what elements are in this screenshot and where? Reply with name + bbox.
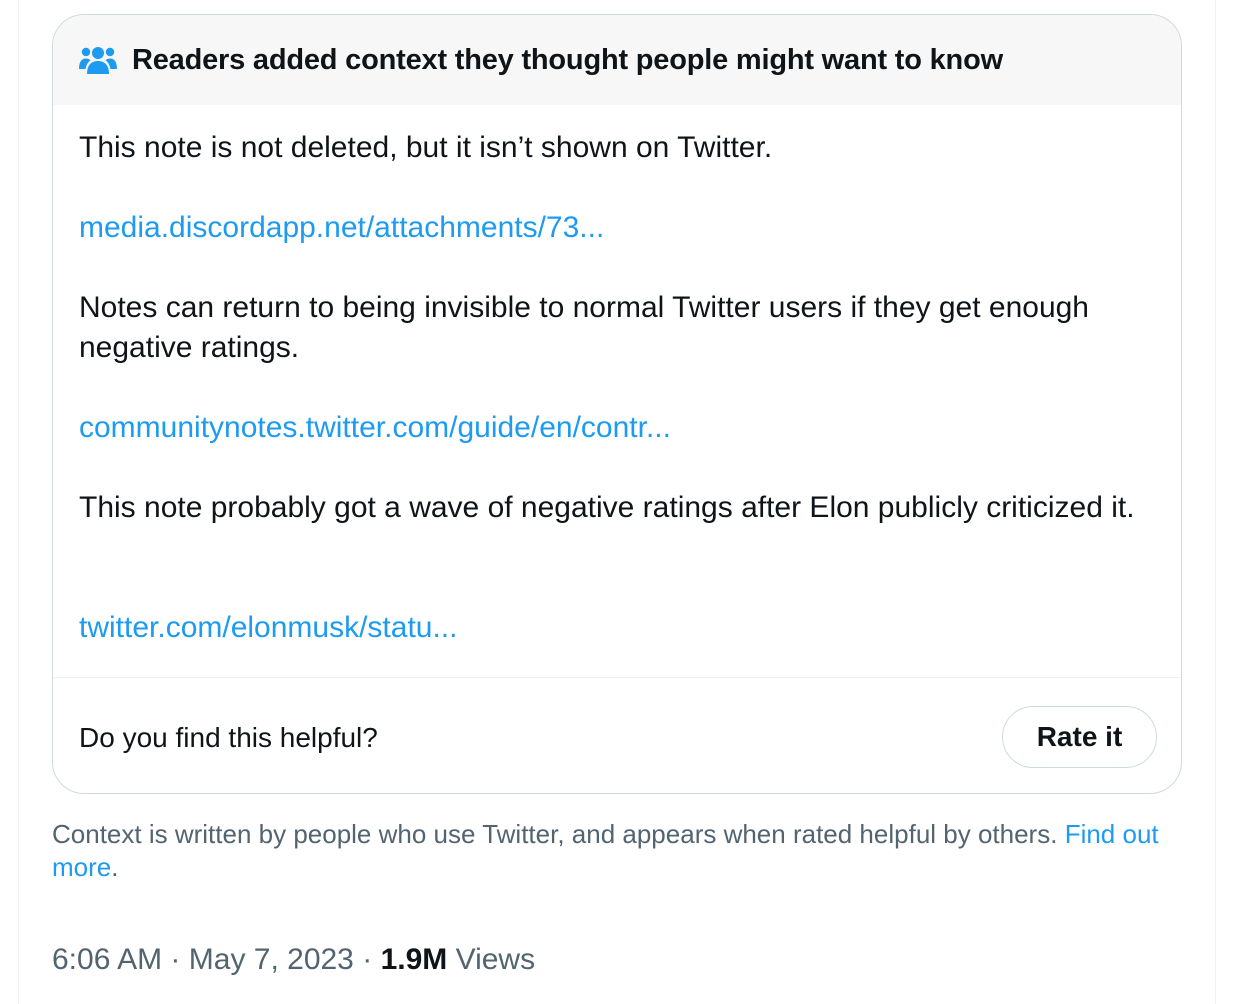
note-link-1-row: media.discordapp.net/attachments/73...: [79, 208, 1159, 248]
note-link-discord[interactable]: media.discordapp.net/attachments/73...: [79, 211, 604, 244]
note-link-2-row: communitynotes.twitter.com/guide/en/cont…: [79, 408, 1159, 448]
note-paragraph-2: Notes can return to being invisible to n…: [79, 291, 1089, 364]
note-header-title: Readers added context they thought peopl…: [132, 43, 1003, 76]
meta-separator: ·: [362, 943, 373, 976]
views-count: 1.9M: [380, 943, 448, 976]
tweet-date[interactable]: May 7, 2023: [189, 943, 354, 976]
meta-separator: ·: [170, 943, 181, 976]
frame-border-left: [18, 0, 19, 1004]
note-link-3-row: twitter.com/elonmusk/statu...: [79, 608, 1159, 648]
views-label: Views: [455, 943, 536, 976]
context-footer: Context is written by people who use Twi…: [52, 818, 1182, 884]
tweet-time[interactable]: 6:06 AM: [52, 943, 162, 976]
frame-border-right: [1215, 0, 1216, 1004]
context-footer-text: Context is written by people who use Twi…: [52, 819, 1058, 849]
note-header: Readers added context they thought peopl…: [53, 15, 1181, 105]
tweet-meta-row: 6:06 AM · May 7, 2023 · 1.9M Views: [52, 940, 535, 980]
note-link-elon-status[interactable]: twitter.com/elonmusk/statu...: [79, 611, 457, 644]
community-note-card: Readers added context they thought peopl…: [52, 14, 1182, 794]
context-footer-period: .: [111, 852, 119, 882]
note-paragraph-3: This note probably got a wave of negativ…: [79, 491, 1135, 524]
helpful-question: Do you find this helpful?: [79, 722, 378, 753]
rate-it-button[interactable]: Rate it: [1002, 706, 1157, 768]
note-paragraph-1: This note is not deleted, but it isn’t s…: [79, 131, 773, 164]
note-divider: [53, 677, 1181, 678]
note-link-community-guide[interactable]: communitynotes.twitter.com/guide/en/cont…: [79, 411, 671, 444]
people-icon: [79, 44, 117, 76]
